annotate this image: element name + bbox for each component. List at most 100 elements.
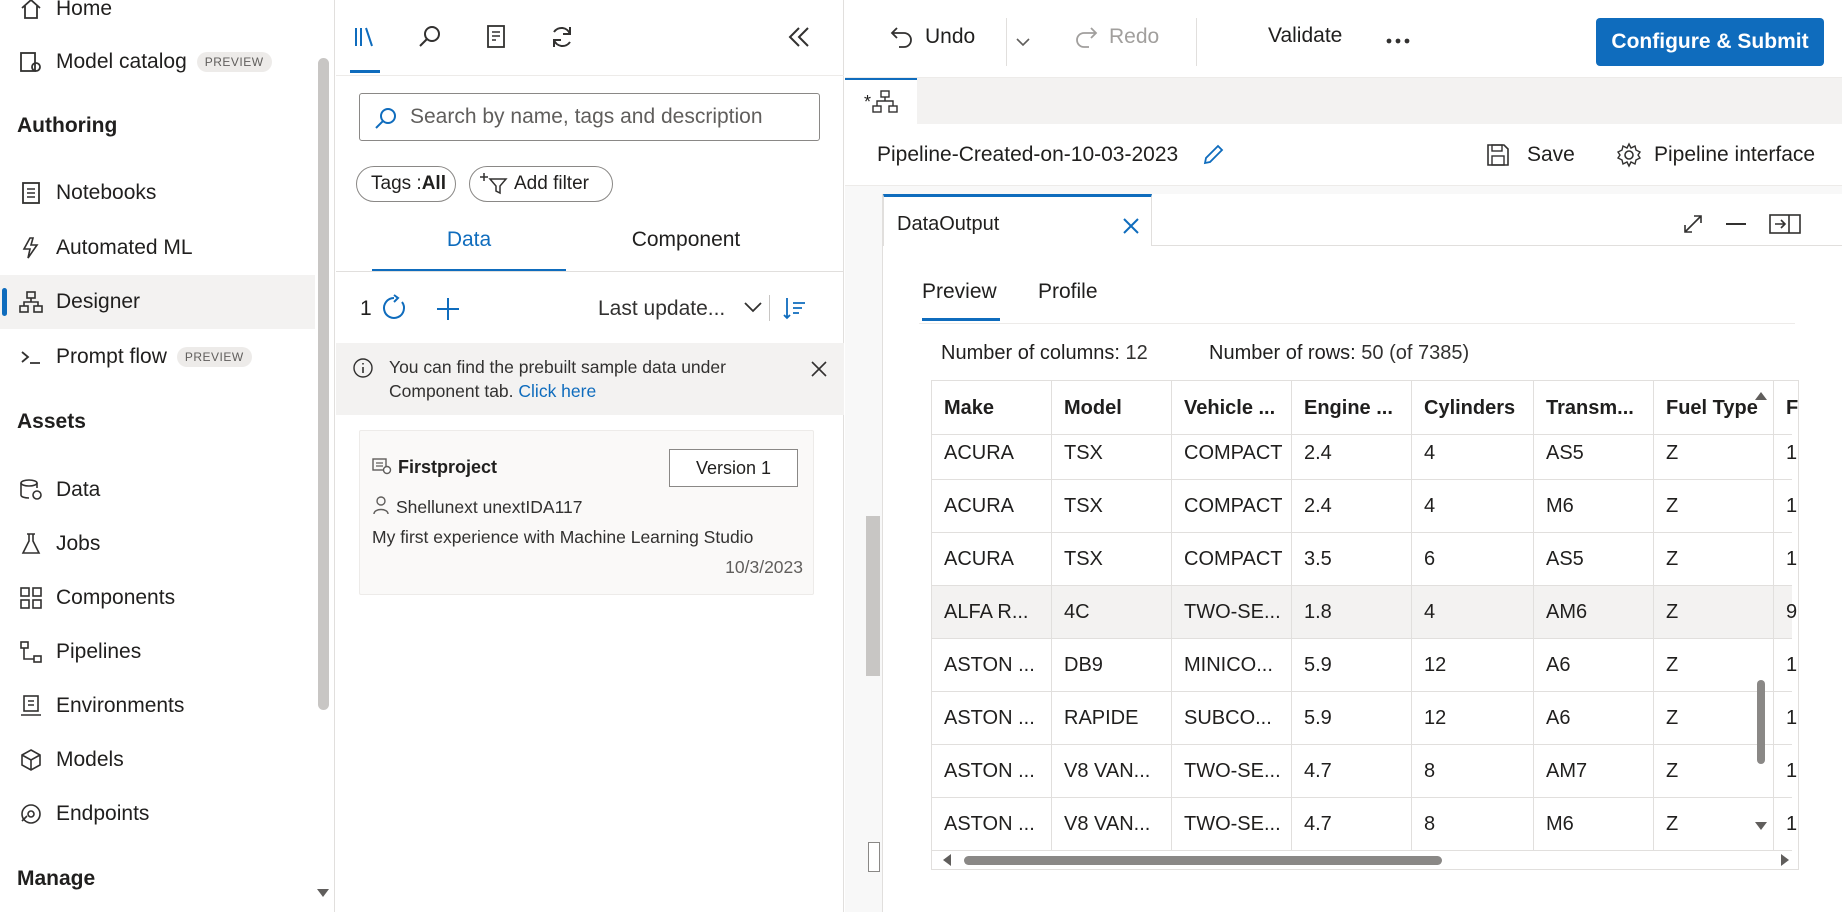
- table-row[interactable]: ASTON ... V8 VAN... TWO-SE... 4.7 8 AM7 Z 1: [932, 745, 1797, 798]
- table-cell: ASTON ...: [932, 692, 1052, 745]
- automl-icon: [22, 237, 39, 259]
- table-row[interactable]: ASTON ... DB9 MINICO... 5.9 12 A6 Z 1: [932, 639, 1797, 692]
- close-icon[interactable]: [810, 360, 828, 378]
- click-here-link[interactable]: Click here: [518, 381, 596, 401]
- scroll-down-arrow-icon[interactable]: [316, 888, 330, 898]
- nav-item-endpoints[interactable]: Endpoints: [0, 787, 315, 841]
- refresh-icon[interactable]: [380, 294, 408, 322]
- pipeline-interface-button[interactable]: Pipeline interface: [1616, 142, 1815, 168]
- search-icon[interactable]: [415, 22, 445, 52]
- section-heading-manage: Manage: [17, 867, 96, 890]
- minimize-icon[interactable]: [1725, 222, 1747, 226]
- table-row[interactable]: ACURA TSX COMPACT 3.5 6 AS5 Z 1: [932, 533, 1797, 586]
- nav-item-model-catalog[interactable]: Model catalog PREVIEW: [0, 35, 315, 89]
- pipeline-tab-strip: *: [845, 78, 1842, 124]
- version-button[interactable]: Version 1: [669, 449, 798, 487]
- tab-profile[interactable]: Profile: [1038, 280, 1098, 304]
- table-cell: AM6: [1534, 586, 1654, 639]
- add-icon[interactable]: [435, 296, 461, 322]
- nav-item-data[interactable]: Data: [0, 463, 315, 517]
- table-cell: COMPACT: [1172, 533, 1292, 586]
- table-row[interactable]: ALFA R... 4C TWO-SE... 1.8 4 AM6 Z 9: [932, 586, 1797, 639]
- tab-component[interactable]: Component: [566, 228, 806, 272]
- table-cell: DB9: [1052, 639, 1172, 692]
- sort-order-icon[interactable]: [782, 295, 808, 321]
- nav-item-pipelines[interactable]: Pipelines: [0, 625, 315, 679]
- nav-scrollbar[interactable]: [318, 58, 329, 710]
- table-cell: RAPIDE: [1052, 692, 1172, 745]
- dock-panel-icon[interactable]: [1769, 213, 1801, 235]
- table-cell: M6: [1534, 798, 1654, 851]
- edit-icon[interactable]: [1200, 142, 1226, 168]
- close-icon[interactable]: [1122, 217, 1140, 235]
- validate-button[interactable]: Validate: [1268, 24, 1342, 48]
- nav-item-jobs[interactable]: Jobs: [0, 517, 315, 571]
- data-icon: [20, 479, 42, 500]
- nav-item-automated-ml[interactable]: Automated ML: [0, 221, 315, 275]
- asset-search-input[interactable]: Search by name, tags and description: [359, 93, 820, 141]
- table-row[interactable]: ACURA TSX COMPACT 2.4 4 AS5 Z 1: [932, 427, 1797, 480]
- home-icon: [21, 0, 41, 19]
- table-cell: 4.7: [1292, 745, 1412, 798]
- table-row[interactable]: ASTON ... V8 VAN... TWO-SE... 4.7 8 M6 Z 1: [932, 798, 1797, 851]
- table-horizontal-scrollbar[interactable]: [931, 850, 1799, 870]
- nav-item-environments[interactable]: Environments: [0, 679, 315, 733]
- table-cell: 4C: [1052, 586, 1172, 639]
- table-cell: ALFA R...: [932, 586, 1052, 639]
- tabs-divider: [336, 271, 844, 272]
- pipeline-tab[interactable]: *: [845, 78, 917, 124]
- table-row[interactable]: ACURA TSX COMPACT 2.4 4 M6 Z 1: [932, 480, 1797, 533]
- table-cell: 6: [1412, 533, 1534, 586]
- table-cell: 9: [1786, 601, 1798, 623]
- refresh-icon[interactable]: [547, 22, 577, 52]
- save-button[interactable]: Save: [1485, 142, 1575, 168]
- info-text-line1: You can find the prebuilt sample data un…: [389, 357, 726, 377]
- expand-icon[interactable]: [1682, 213, 1704, 235]
- unsaved-marker: *: [863, 91, 871, 112]
- redo-button[interactable]: Redo: [1073, 24, 1159, 50]
- nav-item-home[interactable]: Home: [0, 0, 315, 36]
- data-asset-card[interactable]: Firstproject Version 1 Shellunext unextI…: [359, 430, 814, 595]
- more-options-icon[interactable]: [1386, 38, 1410, 44]
- table-row[interactable]: ASTON ... RAPIDE SUBCO... 5.9 12 A6 Z 1: [932, 692, 1797, 745]
- prompt-flow-icon: [21, 351, 40, 364]
- nav-item-notebooks[interactable]: Notebooks: [0, 166, 315, 220]
- nav-item-components[interactable]: Components: [0, 571, 315, 625]
- undo-button[interactable]: Undo: [889, 24, 975, 50]
- redo-icon: [1076, 27, 1098, 48]
- library-icon[interactable]: [350, 22, 380, 52]
- collapse-panel-icon[interactable]: [784, 22, 814, 52]
- sort-dropdown[interactable]: Last update...: [598, 297, 725, 321]
- tab-data[interactable]: Data: [372, 228, 566, 272]
- tab-preview[interactable]: Preview: [922, 280, 1000, 321]
- table-cell: TWO-SE...: [1172, 745, 1292, 798]
- table-cell: 1.8: [1292, 586, 1412, 639]
- task-list-icon[interactable]: [482, 22, 512, 52]
- pipeline-graph-icon: [872, 90, 898, 113]
- add-filter-label: Add filter: [514, 173, 589, 194]
- data-output-tab[interactable]: DataOutput: [883, 194, 1152, 246]
- table-cell: 2.4: [1292, 427, 1412, 480]
- table-cell: 8: [1412, 745, 1534, 798]
- table-vertical-scrollbar[interactable]: [1751, 380, 1771, 840]
- nav-item-prompt-flow[interactable]: Prompt flow PREVIEW: [0, 330, 315, 384]
- left-navigation: Home Model catalog PREVIEW Authoring Note…: [0, 0, 335, 912]
- tags-filter-pill[interactable]: Tags : All: [356, 166, 456, 202]
- table-cell: 1: [1786, 442, 1798, 464]
- nav-item-designer[interactable]: Designer: [0, 275, 315, 329]
- chevron-down-icon[interactable]: [743, 300, 763, 314]
- canvas-control[interactable]: [868, 842, 880, 872]
- nav-item-models[interactable]: Models: [0, 733, 315, 787]
- row-count: Number of rows: 50 (of 7385): [1209, 342, 1470, 364]
- canvas-scrollbar[interactable]: [866, 516, 880, 676]
- table-cell: ASTON ...: [932, 639, 1052, 692]
- table-cell: 1: [1786, 813, 1798, 835]
- add-filter-button[interactable]: Add filter: [469, 166, 613, 202]
- chevron-down-icon[interactable]: [1015, 36, 1031, 48]
- configure-submit-button[interactable]: Configure & Submit: [1596, 18, 1824, 66]
- search-placeholder: Search by name, tags and description: [410, 105, 763, 128]
- table-cell: MINICO...: [1172, 639, 1292, 692]
- table-cell: COMPACT: [1172, 480, 1292, 533]
- toolbar-divider: [336, 75, 844, 76]
- data-output-title: DataOutput: [897, 213, 1000, 235]
